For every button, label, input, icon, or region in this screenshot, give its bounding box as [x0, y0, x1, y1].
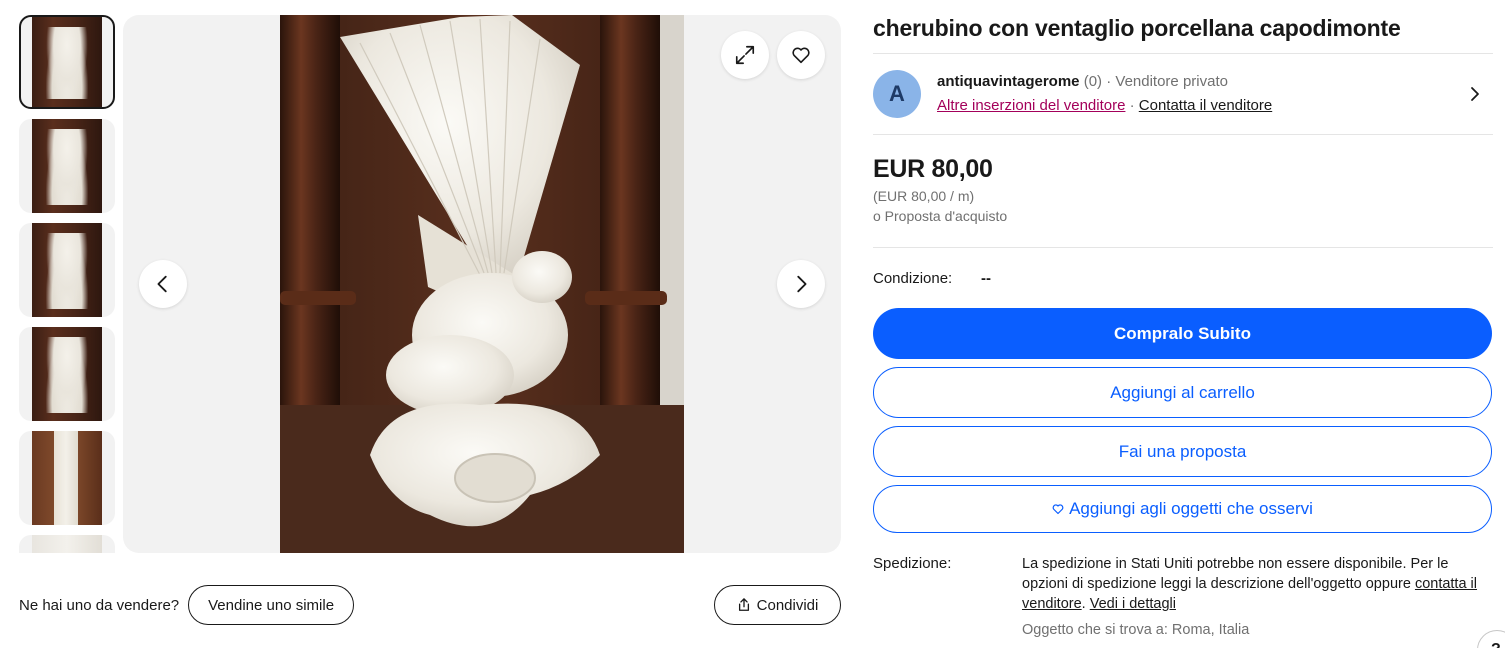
other-listings-link[interactable]: Altre inserzioni del venditore [937, 97, 1125, 114]
sell-prompt: Ne hai uno da vendere? [19, 596, 180, 614]
unit-price: (EUR 80,00 / m) [873, 188, 975, 204]
add-to-watchlist-button[interactable]: Aggiungi agli oggetti che osservi [873, 485, 1492, 533]
seller-type: Venditore privato [1115, 73, 1228, 90]
item-location: Oggetto che si trova a: Roma, Italia [1022, 622, 1250, 638]
next-image-button[interactable] [777, 260, 825, 308]
separator: · [1129, 97, 1135, 114]
share-icon [738, 598, 749, 611]
seller-info: antiquavintagerome (0) · Venditore priva… [937, 73, 1228, 90]
seller-avatar[interactable]: A [873, 70, 921, 118]
previous-image-button[interactable] [139, 260, 187, 308]
thumbnail-image [32, 17, 102, 107]
condition-label: Condizione: [873, 270, 953, 287]
thumbnail-image [32, 431, 102, 525]
cherub-figurine-image [280, 15, 684, 553]
thumbnail-4[interactable] [19, 327, 115, 421]
divider [873, 247, 1493, 248]
expand-icon [735, 45, 755, 65]
share-label: Condividi [756, 596, 819, 614]
thumbnail-image [32, 327, 102, 421]
sell-similar-button[interactable]: Vendine uno simile [188, 585, 355, 625]
condition-value: -- [981, 270, 991, 287]
item-title: cherubino con ventaglio porcellana capod… [873, 15, 1401, 41]
add-to-cart-button[interactable]: Aggiungi al carrello [873, 367, 1492, 418]
thumbnail-strip [19, 15, 116, 553]
item-price: EUR 80,00 [873, 155, 993, 183]
shipping-label: Spedizione: [873, 555, 952, 572]
divider [873, 53, 1493, 54]
shipping-text: La spedizione in Stati Uniti potrebbe no… [1022, 556, 1449, 592]
shipping-details-link[interactable]: Vedi i dettagli [1090, 596, 1176, 612]
heart-icon [1052, 504, 1064, 515]
buy-now-button[interactable]: Compralo Subito [873, 308, 1492, 359]
make-offer-button[interactable]: Fai una proposta [873, 426, 1492, 477]
sell-similar-row: Ne hai uno da vendere? Vendine uno simil… [19, 585, 355, 625]
offer-note: o Proposta d'acquisto [873, 208, 1008, 224]
thumbnail-6[interactable] [19, 535, 115, 553]
thumbnail-image [32, 223, 102, 317]
seller-name[interactable]: antiquavintagerome [937, 73, 1080, 90]
share-button[interactable]: Condividi [714, 585, 841, 625]
seller-card[interactable]: A antiquavintagerome (0) · Venditore pri… [873, 70, 1493, 120]
watchlist-label: Aggiungi agli oggetti che osservi [1069, 499, 1313, 518]
separator: · [1106, 73, 1112, 90]
seller-feedback: (0) [1083, 73, 1103, 90]
main-image-viewer[interactable] [123, 15, 841, 553]
thumbnail-1[interactable] [19, 15, 115, 109]
help-button[interactable]: ? [1477, 630, 1505, 648]
expand-image-button[interactable] [721, 31, 769, 79]
period: . [1081, 596, 1086, 612]
thumbnail-5[interactable] [19, 431, 115, 525]
seller-links: Altre inserzioni del venditore · Contatt… [937, 97, 1272, 114]
thumbnail-3[interactable] [19, 223, 115, 317]
chevron-left-icon [157, 275, 167, 293]
thumbnail-image [32, 119, 102, 213]
chevron-right-icon[interactable] [1467, 86, 1483, 102]
contact-seller-link[interactable]: Contatta il venditore [1139, 97, 1272, 114]
watch-heart-button[interactable] [777, 31, 825, 79]
thumbnail-2[interactable] [19, 119, 115, 213]
heart-icon [792, 47, 810, 64]
product-photo [280, 15, 684, 553]
chevron-right-icon [797, 275, 807, 293]
shipping-info: La spedizione in Stati Uniti potrebbe no… [1022, 554, 1492, 614]
thumbnail-image [32, 535, 102, 553]
divider [873, 134, 1493, 135]
